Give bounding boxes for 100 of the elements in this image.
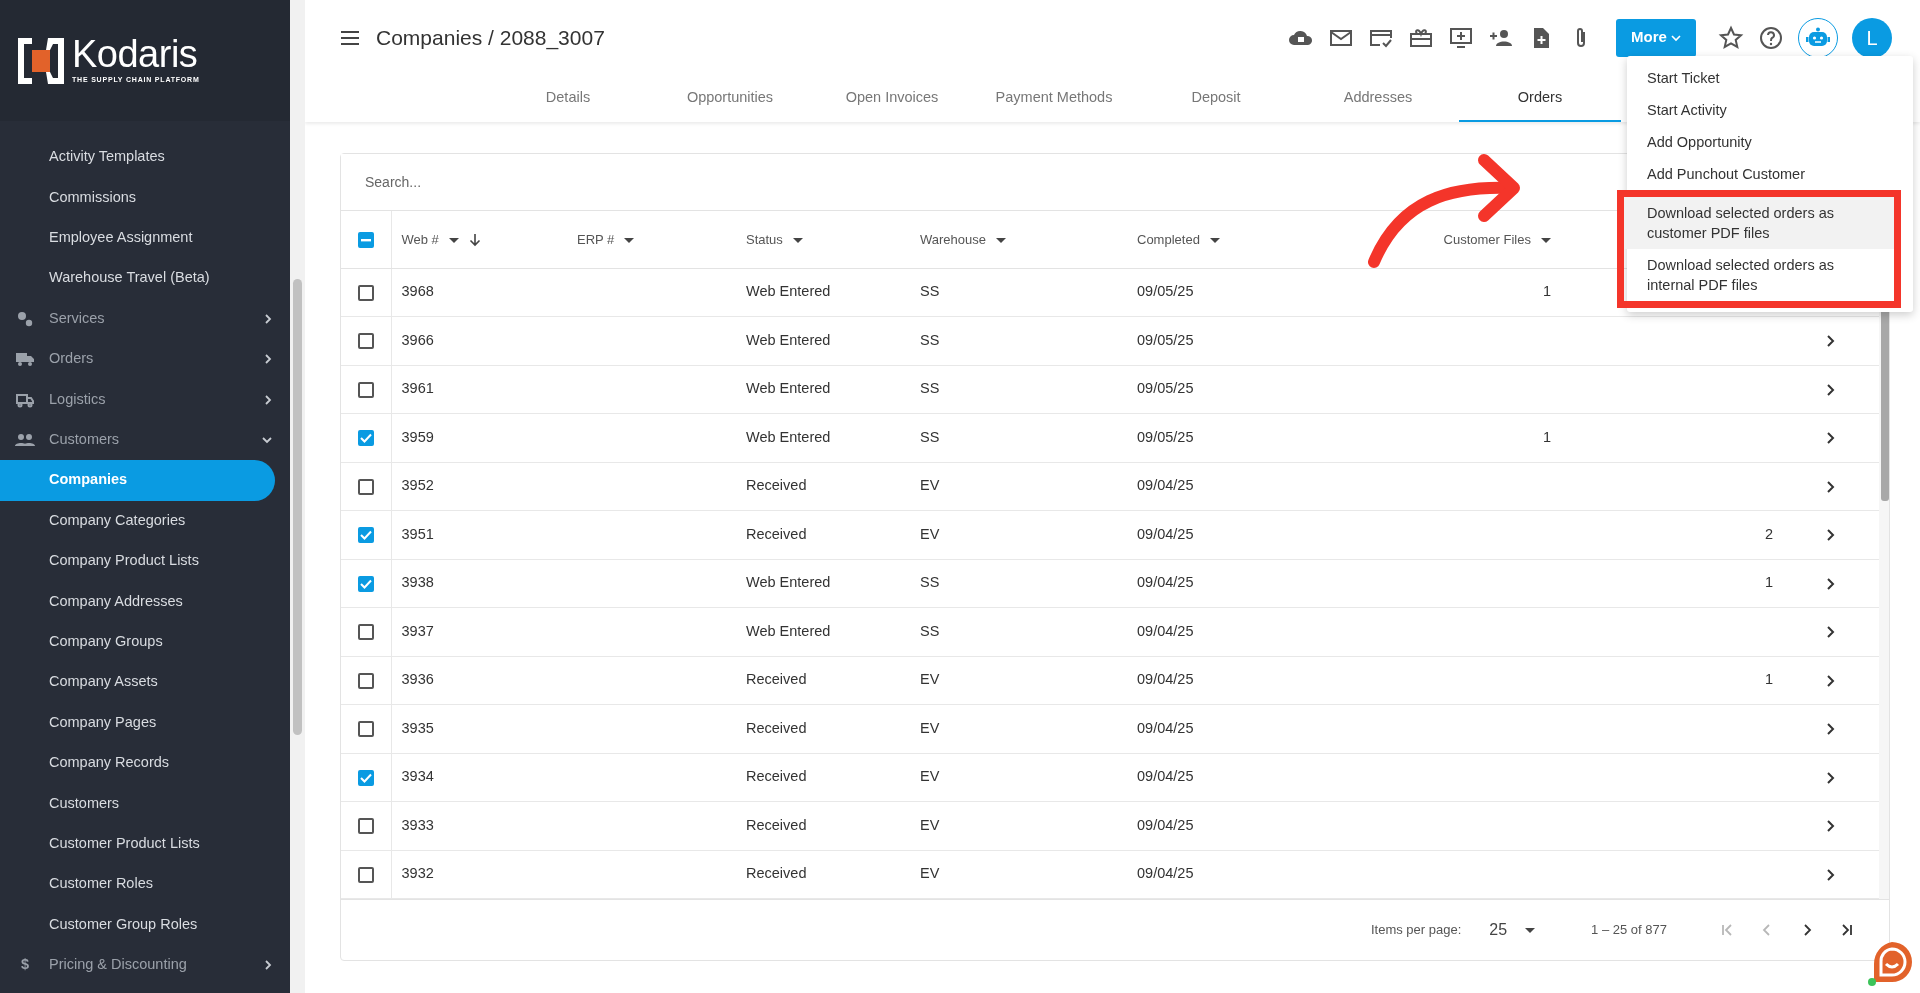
menu-item[interactable]: Start Ticket bbox=[1627, 62, 1913, 94]
sort-down-icon[interactable] bbox=[468, 233, 481, 248]
chevron-right-icon[interactable] bbox=[263, 393, 273, 406]
tab[interactable]: Addresses bbox=[1297, 75, 1459, 122]
column-header[interactable]: Customer Files bbox=[1443, 231, 1531, 247]
checkbox[interactable] bbox=[357, 624, 374, 641]
checkbox[interactable] bbox=[357, 818, 374, 835]
column-header[interactable]: Status bbox=[746, 231, 783, 247]
checkbox[interactable] bbox=[357, 721, 374, 738]
caret-icon[interactable] bbox=[624, 237, 635, 243]
chevron-right-icon[interactable] bbox=[263, 959, 273, 971]
checkbox[interactable] bbox=[357, 672, 374, 689]
chevron-right-icon[interactable] bbox=[263, 353, 273, 366]
sidebar-item[interactable]: Company Groups bbox=[0, 621, 275, 663]
chevron-right-icon[interactable] bbox=[1826, 770, 1836, 785]
table-cell: 3961 bbox=[391, 365, 567, 414]
table-cell: Received bbox=[736, 801, 910, 850]
caret-icon[interactable] bbox=[996, 237, 1006, 243]
sidebar-group-label[interactable]: Orders bbox=[49, 348, 94, 370]
table-cell: 3932 bbox=[391, 850, 567, 899]
sidebar-group-label[interactable]: Logistics bbox=[49, 388, 106, 411]
menu-item[interactable]: Download selected orders as customer PDF files bbox=[1624, 197, 1894, 249]
checkbox[interactable] bbox=[357, 478, 374, 495]
menu-icon[interactable] bbox=[340, 29, 360, 46]
chevron-right-icon[interactable] bbox=[1826, 431, 1836, 446]
table-cell: 3966 bbox=[391, 316, 567, 365]
sidebar-item[interactable]: Employee Assignment bbox=[0, 217, 275, 259]
chevron-right-icon[interactable] bbox=[1826, 625, 1836, 640]
column-header[interactable]: Web # bbox=[401, 231, 439, 247]
table-cell: 1 bbox=[1561, 559, 1783, 608]
table-cell: EV bbox=[910, 656, 1127, 705]
chevron-right-icon[interactable] bbox=[1826, 867, 1836, 882]
logo-name: Kodaris bbox=[72, 35, 199, 74]
sidebar-item[interactable]: Customer Roles bbox=[0, 864, 275, 905]
table-cell: Web Entered bbox=[736, 316, 910, 365]
caret-icon[interactable] bbox=[1209, 237, 1220, 243]
tab[interactable]: Payment Methods bbox=[973, 75, 1135, 122]
sidebar-item[interactable]: Commissions bbox=[0, 177, 275, 218]
column-header[interactable]: Warehouse bbox=[920, 231, 986, 247]
column-header[interactable]: Completed bbox=[1137, 231, 1200, 247]
sidebar-group-label[interactable]: Services bbox=[49, 307, 105, 330]
tab[interactable]: Orders bbox=[1459, 75, 1621, 122]
caret-icon[interactable] bbox=[1541, 237, 1551, 243]
checkbox[interactable] bbox=[357, 430, 374, 447]
sidebar-item[interactable]: Company Assets bbox=[0, 662, 275, 703]
chevron-right-icon[interactable] bbox=[1826, 382, 1836, 397]
sidebar-item[interactable]: Warehouse Travel (Beta) bbox=[0, 258, 275, 299]
sidebar-item[interactable]: Activity Templates bbox=[0, 137, 275, 178]
star-icon[interactable] bbox=[1718, 24, 1744, 51]
table-cell: 3952 bbox=[391, 462, 567, 511]
chat-widget-icon[interactable] bbox=[1868, 942, 1912, 986]
chevron-right-icon[interactable] bbox=[1826, 334, 1836, 349]
checkbox[interactable] bbox=[357, 333, 374, 350]
caret-icon[interactable] bbox=[792, 237, 803, 243]
table-cell: 09/04/25 bbox=[1127, 656, 1391, 705]
checkbox[interactable] bbox=[357, 866, 374, 883]
table-cell: SS bbox=[910, 316, 1127, 365]
menu-item[interactable]: Start Activity bbox=[1627, 94, 1913, 126]
checkbox[interactable] bbox=[357, 381, 374, 398]
caret-icon bbox=[1671, 34, 1681, 43]
sidebar-item[interactable]: Customers bbox=[0, 783, 275, 824]
chevron-right-icon[interactable] bbox=[1826, 576, 1836, 591]
column-header[interactable]: ERP # bbox=[577, 231, 615, 247]
sidebar-item[interactable]: Company Records bbox=[0, 742, 275, 784]
menu-item[interactable]: Download selected orders as internal PDF files bbox=[1624, 249, 1894, 301]
table-cell: 3933 bbox=[391, 801, 567, 850]
chevron-right-icon[interactable] bbox=[263, 312, 273, 325]
tab[interactable]: Details bbox=[487, 75, 649, 122]
sidebar-item[interactable]: Company Pages bbox=[0, 702, 275, 743]
sidebar-item[interactable]: Customer Group Roles bbox=[0, 904, 275, 945]
tab[interactable]: Deposit bbox=[1135, 75, 1297, 122]
checkbox[interactable] bbox=[357, 769, 374, 786]
chevron-right-icon[interactable] bbox=[1826, 722, 1836, 737]
chevron-right-icon[interactable] bbox=[1826, 528, 1836, 543]
table-cell: EV bbox=[910, 462, 1127, 511]
tab[interactable]: Open Invoices bbox=[811, 75, 973, 122]
table-cell: 09/04/25 bbox=[1127, 753, 1391, 802]
chevron-right-icon[interactable] bbox=[1826, 819, 1836, 834]
caret-icon[interactable] bbox=[448, 237, 459, 243]
scrollbar[interactable] bbox=[290, 0, 305, 993]
sidebar-item[interactable]: Company Categories bbox=[0, 500, 275, 541]
checkbox[interactable] bbox=[357, 232, 374, 249]
checkbox[interactable] bbox=[357, 527, 374, 544]
checkbox[interactable] bbox=[357, 575, 374, 592]
table-cell: Received bbox=[736, 753, 910, 802]
table-cell: Web Entered bbox=[736, 268, 910, 317]
help-icon[interactable] bbox=[1758, 24, 1784, 51]
chevron-down-icon[interactable] bbox=[261, 434, 273, 445]
scrollbar-thumb[interactable] bbox=[293, 279, 302, 735]
tab[interactable]: Opportunities bbox=[649, 75, 811, 122]
table-cell: 09/04/25 bbox=[1127, 704, 1391, 753]
sidebar-item[interactable]: Customer Product Lists bbox=[0, 823, 275, 865]
chevron-right-icon[interactable] bbox=[1826, 479, 1836, 494]
sidebar-item[interactable]: Company Product Lists bbox=[0, 540, 275, 582]
page-size-select[interactable]: 25 bbox=[1483, 917, 1542, 943]
sidebar-item[interactable]: Company Addresses bbox=[0, 581, 275, 622]
sidebar-group-label[interactable]: Pricing & Discounting bbox=[49, 954, 187, 976]
sidebar-group-label[interactable]: Customers bbox=[49, 429, 120, 451]
checkbox[interactable] bbox=[357, 284, 374, 301]
chevron-right-icon[interactable] bbox=[1826, 673, 1836, 688]
